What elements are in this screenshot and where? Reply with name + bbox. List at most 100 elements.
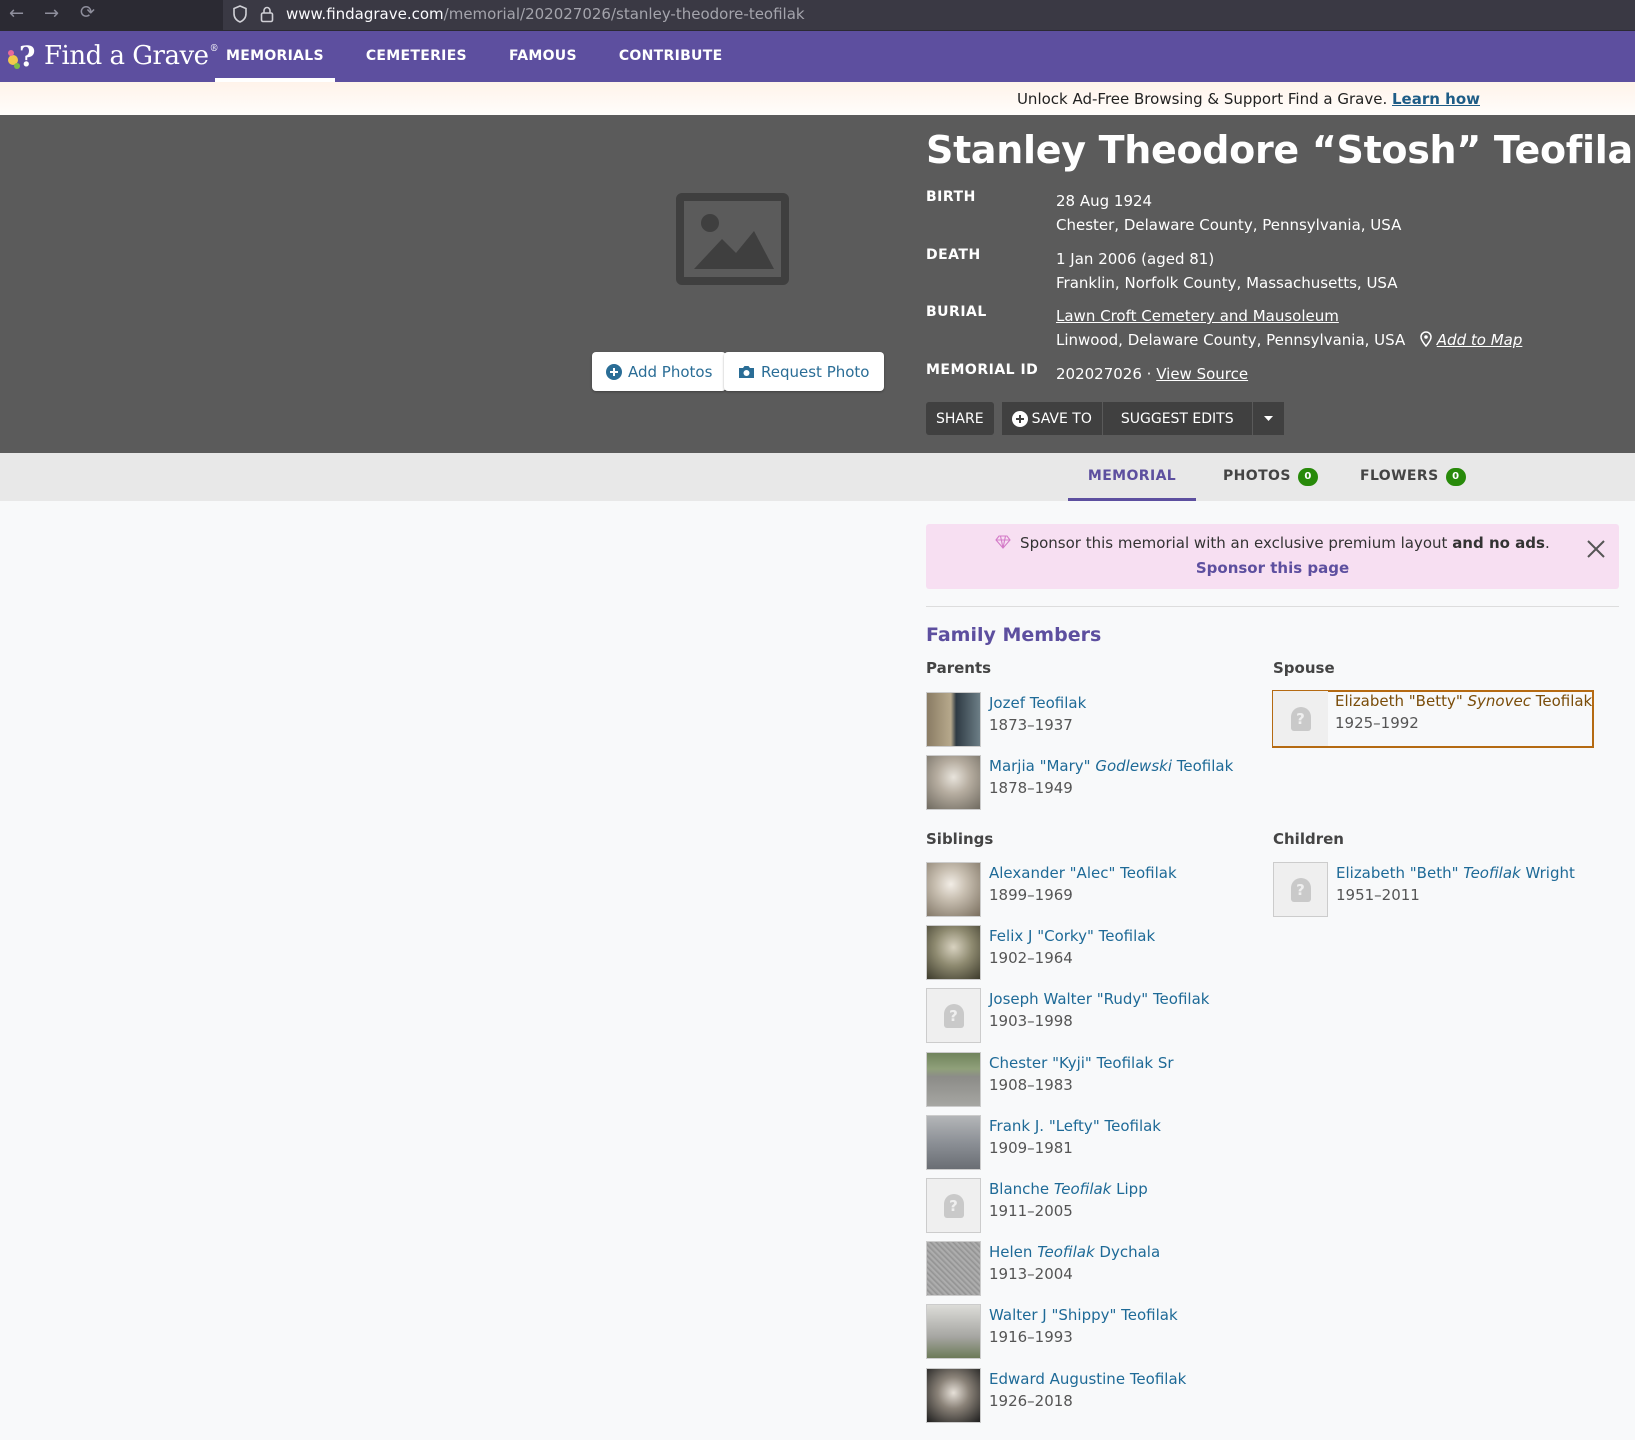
sibling-card[interactable]: ? Joseph Walter "Rudy" Teofilak 1903–1998 (926, 988, 1246, 1044)
lock-icon (260, 6, 274, 23)
person-dates: 1911–2005 (989, 1202, 1073, 1220)
person-name-link[interactable]: Jozef Teofilak (989, 694, 1086, 712)
flowers-count-badge: 0 (1445, 468, 1466, 486)
burial-place: Linwood, Delaware County, Pennsylvania, … (1056, 331, 1406, 349)
person-name-link[interactable]: Elizabeth "Beth" Teofilak Wright (1336, 864, 1575, 882)
no-photo-question-icon[interactable]: ? (1273, 691, 1328, 746)
sponsor-this-page-link[interactable]: Sponsor this page (926, 559, 1619, 577)
photos-count-badge: 0 (1298, 468, 1319, 486)
promo-text: Unlock Ad-Free Browsing & Support Find a… (1016, 90, 1388, 108)
plus-circle-icon (606, 363, 622, 380)
main-nav: MEMORIALS CEMETERIES FAMOUS CONTRIBUTE (215, 31, 753, 82)
view-source-link[interactable]: View Source (1156, 365, 1248, 383)
person-name-link[interactable]: Walter J "Shippy" Teofilak (989, 1306, 1178, 1324)
person-name-link[interactable]: Felix J "Corky" Teofilak (989, 927, 1155, 945)
suggest-edits-button[interactable]: SUGGEST EDITS (1102, 402, 1252, 435)
person-name-link[interactable]: Frank J. "Lefty" Teofilak (989, 1117, 1161, 1135)
person-photo-thumbnail[interactable] (926, 1114, 981, 1170)
child-card[interactable]: ? Elizabeth "Beth" Teofilak Wright 1951–20… (1273, 862, 1593, 918)
chevron-down-icon[interactable] (1252, 402, 1284, 435)
cemetery-link[interactable]: Lawn Croft Cemetery and Mausoleum (1056, 304, 1522, 328)
person-photo-thumbnail[interactable] (926, 1241, 981, 1297)
memorial-id-value: 202027026 · (1056, 365, 1152, 383)
birth-place: Chester, Delaware County, Pennsylvania, … (1056, 216, 1402, 234)
birth-date: 28 Aug 1924 (1056, 192, 1153, 210)
find-a-grave-logo[interactable]: ? Find a Grave ® (6, 36, 219, 76)
parent-card[interactable]: Jozef Teofilak 1873–1937 (926, 692, 1246, 748)
no-photo-question-icon[interactable]: ? (1273, 862, 1328, 917)
person-photo-thumbnail[interactable] (926, 925, 981, 981)
person-name-link[interactable]: Elizabeth "Betty" Synovec Teofilak (1335, 692, 1592, 710)
page-title: Stanley Theodore “Stosh” Teofilak (926, 128, 1635, 172)
person-name-link[interactable]: Edward Augustine Teofilak (989, 1370, 1186, 1388)
no-photo-question-icon[interactable]: ? (926, 988, 981, 1044)
parent-card[interactable]: Marjia "Mary" Godlewski Teofilak 1878–194… (926, 755, 1246, 811)
action-toolbar: SHARE SAVE TO SUGGEST EDITS (926, 402, 1284, 435)
back-arrow-icon[interactable]: ← (9, 3, 24, 24)
person-dates: 1925–1992 (1335, 714, 1419, 732)
person-dates: 1916–1993 (989, 1328, 1073, 1347)
person-dates: 1913–2004 (989, 1265, 1073, 1284)
person-name-link[interactable]: Alexander "Alec" Teofilak (989, 864, 1177, 882)
add-to-map-link[interactable]: Add to Map (1437, 331, 1523, 349)
request-photo-button[interactable]: Request Photo (724, 352, 884, 391)
tab-memorial[interactable]: MEMORIAL (1068, 453, 1196, 501)
children-heading: Children (1273, 830, 1344, 848)
person-name-link[interactable]: Chester "Kyji" Teofilak Sr (989, 1054, 1174, 1072)
person-dates: 1903–1998 (989, 1012, 1073, 1031)
sibling-card[interactable]: Chester "Kyji" Teofilak Sr 1908–1983 (926, 1051, 1246, 1108)
person-photo-thumbnail[interactable] (926, 1051, 981, 1107)
burial-label: BURIAL (926, 304, 987, 320)
person-name-link[interactable]: Helen Teofilak Dychala (989, 1243, 1160, 1261)
tab-photos[interactable]: PHOTOS 0 (1223, 453, 1319, 501)
image-placeholder-icon (676, 193, 789, 285)
nav-contribute[interactable]: CONTRIBUTE (608, 31, 734, 82)
person-dates: 1902–1964 (989, 949, 1073, 968)
siblings-heading: Siblings (926, 830, 994, 848)
person-dates: 1908–1983 (989, 1075, 1073, 1094)
person-photo-thumbnail[interactable] (926, 755, 981, 810)
person-name-link[interactable]: Marjia "Mary" Godlewski Teofilak (989, 757, 1233, 775)
tab-flowers[interactable]: FLOWERS 0 (1360, 453, 1466, 501)
save-to-button[interactable]: SAVE TO (1001, 402, 1102, 435)
browser-toolbar: ← → ⟳ www.findagrave.com/memorial/202027… (0, 0, 1635, 31)
nav-memorials[interactable]: MEMORIALS (215, 31, 335, 82)
no-photo-question-icon[interactable]: ? (926, 1178, 981, 1233)
person-dates: 1951–2011 (1336, 886, 1420, 904)
promo-banner: Unlock Ad-Free Browsing & Support Find a… (0, 82, 1635, 115)
share-button[interactable]: SHARE (926, 402, 994, 435)
person-dates: 1878–1949 (989, 779, 1073, 797)
sibling-card[interactable]: Edward Augustine Teofilak 1926–2018 (926, 1367, 1246, 1424)
sibling-card[interactable]: Helen Teofilak Dychala 1913–2004 (926, 1241, 1246, 1297)
nav-famous[interactable]: FAMOUS (498, 31, 588, 82)
spouse-card[interactable]: ? Elizabeth "Betty" Synovec Teofilak 1925–… (1272, 690, 1594, 748)
family-members-heading: Family Members (926, 624, 1102, 646)
sibling-card[interactable]: Walter J "Shippy" Teofilak 1916–1993 (926, 1304, 1246, 1360)
memorial-id-label: MEMORIAL ID (926, 362, 1039, 378)
url-text: www.findagrave.com/memorial/202027026/st… (286, 5, 805, 23)
person-name-link[interactable]: Joseph Walter "Rudy" Teofilak (989, 990, 1209, 1008)
sibling-card[interactable]: Felix J "Corky" Teofilak 1902–1964 (926, 925, 1246, 981)
person-photo-thumbnail[interactable] (926, 692, 981, 747)
forward-arrow-icon[interactable]: → (44, 3, 59, 24)
site-header: ? Find a Grave ® MEMORIALS CEMETERIES FAM… (0, 31, 1635, 82)
sibling-card[interactable]: ? Blanche Teofilak Lipp 1911–2005 (926, 1178, 1246, 1234)
memorial-tabs: MEMORIAL PHOTOS 0 FLOWERS 0 (0, 453, 1635, 501)
add-photos-button[interactable]: Add Photos (592, 352, 727, 391)
sibling-card[interactable]: Frank J. "Lefty" Teofilak 1909–1981 (926, 1114, 1246, 1171)
camera-icon (739, 365, 754, 378)
learn-how-link[interactable]: Learn how (1392, 90, 1480, 108)
death-label: DEATH (926, 247, 981, 263)
shield-icon (233, 5, 247, 23)
person-photo-thumbnail[interactable] (926, 862, 981, 917)
person-photo-thumbnail[interactable] (926, 1304, 981, 1360)
person-name-link[interactable]: Blanche Teofilak Lipp (989, 1180, 1148, 1198)
memorial-hero: Add Photos Request Photo Stanley Theodor… (0, 115, 1635, 453)
nav-cemeteries[interactable]: CEMETERIES (355, 31, 478, 82)
reload-icon[interactable]: ⟳ (80, 2, 95, 23)
map-pin-icon[interactable] (1420, 331, 1432, 348)
close-icon[interactable] (1587, 534, 1605, 564)
sibling-card[interactable]: Alexander "Alec" Teofilak 1899–1969 (926, 862, 1246, 918)
person-dates: 1873–1937 (989, 716, 1073, 734)
person-photo-thumbnail[interactable] (926, 1367, 981, 1423)
